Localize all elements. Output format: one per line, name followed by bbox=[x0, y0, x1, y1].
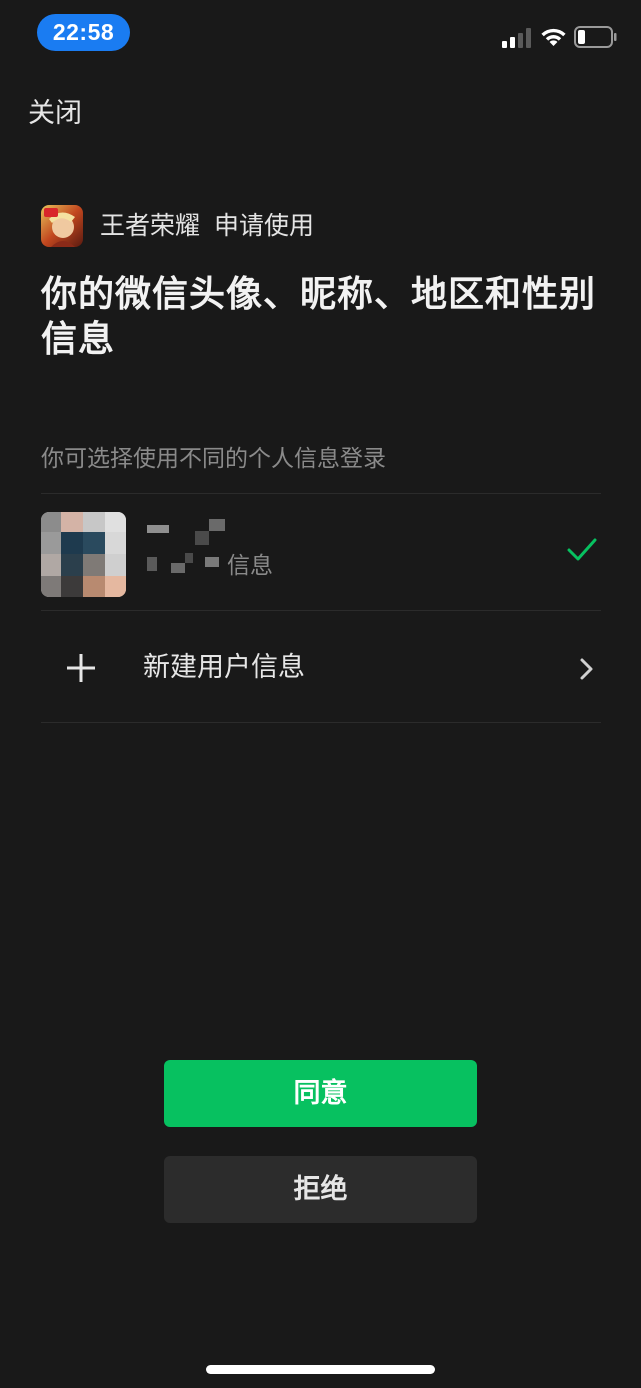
permission-title: 你的微信头像、昵称、地区和性别信息 bbox=[41, 274, 597, 360]
status-bar: 22:58 bbox=[0, 0, 641, 70]
home-indicator[interactable] bbox=[206, 1365, 435, 1374]
divider bbox=[41, 493, 601, 494]
new-user-option[interactable]: 新建用户信息 bbox=[41, 612, 601, 722]
profile-subtitle-redacted bbox=[147, 553, 219, 573]
app-name: 王者荣耀 bbox=[100, 211, 201, 240]
divider bbox=[41, 722, 601, 723]
plus-icon bbox=[67, 654, 95, 682]
account-choice-hint: 你可选择使用不同的个人信息登录 bbox=[41, 446, 386, 472]
new-user-label: 新建用户信息 bbox=[143, 652, 305, 683]
avatar bbox=[41, 512, 126, 597]
profile-option-current[interactable]: 信息 bbox=[41, 495, 601, 610]
battery-icon bbox=[574, 26, 617, 48]
profile-subtitle: 信息 bbox=[147, 549, 273, 583]
check-icon bbox=[567, 538, 597, 561]
profile-subtitle-label: 信息 bbox=[227, 553, 273, 579]
divider bbox=[41, 610, 601, 611]
request-action-text: 申请使用 bbox=[214, 211, 315, 240]
profile-name-redacted bbox=[147, 519, 225, 545]
app-icon bbox=[41, 205, 83, 247]
chevron-right-icon bbox=[580, 658, 593, 680]
agree-button[interactable]: 同意 bbox=[164, 1060, 477, 1127]
reject-button[interactable]: 拒绝 bbox=[164, 1156, 477, 1223]
close-button[interactable]: 关闭 bbox=[28, 95, 82, 133]
wifi-icon bbox=[541, 28, 566, 46]
signal-icon bbox=[502, 28, 531, 48]
app-request-header: 王者荣耀 申请使用 bbox=[41, 205, 314, 247]
status-time: 22:58 bbox=[37, 14, 130, 51]
